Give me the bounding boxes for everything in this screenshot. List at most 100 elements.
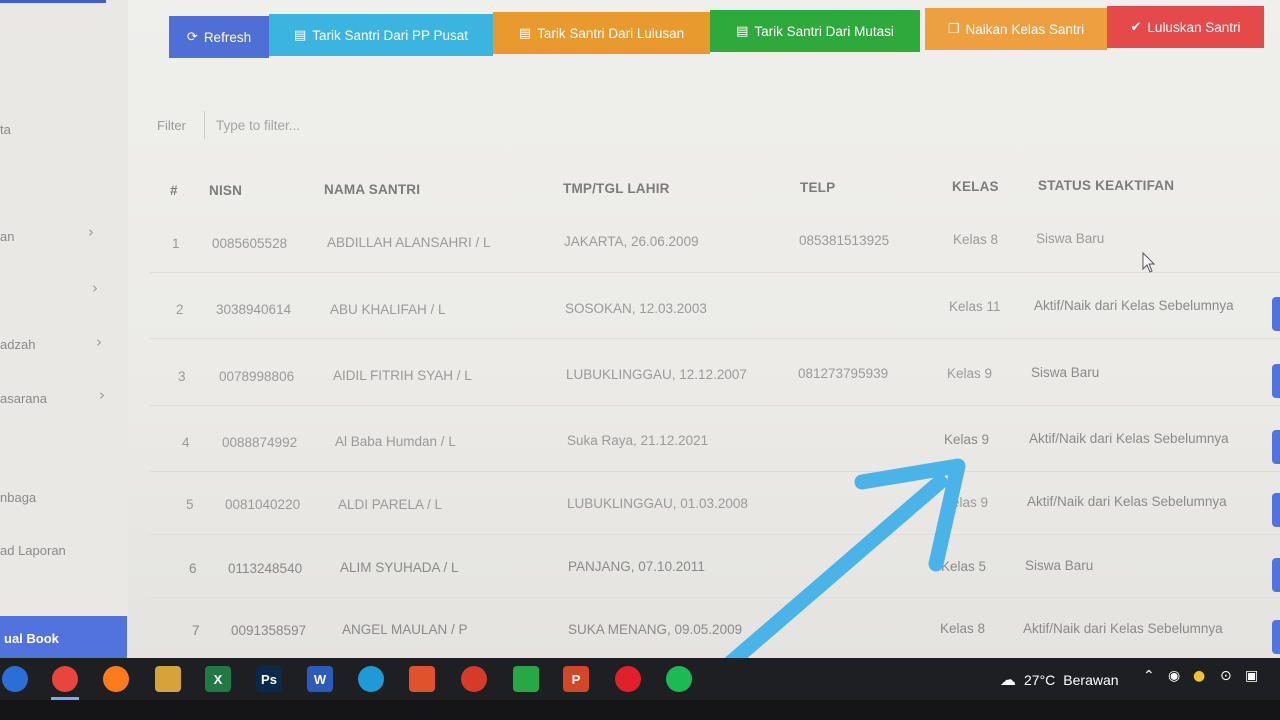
cell-kelas: Kelas 8	[940, 621, 986, 636]
sidebar: ta an › › adzah › asarana › nbaga ad Lap…	[0, 0, 128, 660]
cell-no: 3	[178, 369, 186, 384]
cell-nama: AIDIL FITRIH SYAH / L	[333, 368, 472, 383]
cell-kelas: Kelas 9	[944, 432, 990, 447]
chrome-icon[interactable]	[52, 666, 78, 692]
chevron-right-icon[interactable]: ›	[92, 279, 98, 297]
cell-nisn: 0078998806	[219, 369, 295, 384]
col-header-nama[interactable]: NAMA SANTRI	[324, 182, 420, 197]
circle-app-icon[interactable]	[2, 666, 28, 692]
manual-book-button[interactable]: ual Book	[0, 616, 127, 660]
cell-status: Siswa Baru	[1036, 231, 1105, 246]
cell-no: 1	[172, 236, 180, 251]
row-action-button[interactable]	[1272, 558, 1280, 592]
mouse-cursor-icon	[1142, 252, 1156, 273]
row-divider	[150, 405, 1280, 406]
spotify-icon[interactable]	[666, 666, 692, 692]
row-action-button[interactable]	[1272, 493, 1280, 527]
chevron-right-icon: ›	[99, 386, 105, 404]
weather-desc: Berawan	[1063, 671, 1119, 688]
cell-nama: Al Baba Humdan / L	[335, 434, 456, 449]
sidebar-item-5[interactable]: asarana	[0, 391, 47, 406]
cell-kelas: Kelas 9	[947, 366, 993, 381]
record-icon[interactable]: ◉	[1168, 668, 1180, 684]
tarik-pp-pusat-button[interactable]: ▤ Tarik Santri Dari PP Pusat	[269, 14, 493, 56]
file-icon: ▤	[736, 23, 749, 39]
col-header-no[interactable]: #	[170, 183, 178, 198]
refresh-button[interactable]: ⟳ Refresh	[169, 16, 269, 58]
col-header-status[interactable]: STATUS KEAKTIFAN	[1038, 178, 1174, 193]
green-app-icon[interactable]	[513, 666, 539, 692]
col-header-nisn[interactable]: NISN	[209, 183, 242, 198]
sidebar-item-4[interactable]: adzah	[0, 337, 35, 352]
cell-nama: ANGEL MAULAN / P	[342, 622, 468, 637]
cell-nisn: 0113248540	[228, 561, 303, 576]
excel-icon[interactable]: X	[205, 666, 231, 692]
row-action-button[interactable]	[1272, 297, 1280, 331]
row-divider	[150, 338, 1280, 339]
filter-label: Filter	[157, 118, 186, 133]
tarik-lulusan-button[interactable]: ▤ Tarik Santri Dari Lulusan	[493, 12, 710, 54]
cell-nisn: 0088874992	[222, 435, 298, 450]
windows-taskbar: X Ps W P ☁ 27°C Berawan ⌃ ◉ ● ⊙ ▣	[0, 658, 1280, 700]
sidebar-active-strip	[0, 0, 106, 3]
cell-no: 7	[192, 623, 200, 638]
cell-kelas: Kelas 11	[949, 299, 1001, 314]
chevron-right-icon: ›	[96, 333, 102, 351]
red-circle-app-icon[interactable]	[461, 666, 487, 692]
sidebar-item-2[interactable]: an	[0, 229, 14, 244]
browser-screen: ta an › › adzah › asarana › nbaga ad Lap…	[0, 0, 1280, 660]
sidebar-item-1[interactable]: ta	[0, 122, 11, 137]
cell-ttl: PANJANG, 07.10.2011	[568, 559, 705, 574]
cell-ttl: JAKARTA, 26.06.2009	[564, 234, 699, 249]
row-divider	[150, 534, 1280, 535]
weather-widget[interactable]: ☁ 27°C Berawan	[1000, 670, 1119, 689]
powerpoint-icon[interactable]: P	[563, 666, 589, 692]
cell-telp: 081273795939	[798, 366, 889, 381]
tarik-mutasi-button[interactable]: ▤ Tarik Santri Dari Mutasi	[710, 10, 920, 52]
row-action-button[interactable]	[1272, 620, 1280, 654]
cell-status: Siswa Baru	[1031, 365, 1100, 380]
cell-nama: ALIM SYUHADA / L	[340, 560, 459, 575]
col-header-kelas[interactable]: KELAS	[952, 179, 999, 194]
red-app-icon[interactable]	[409, 666, 435, 692]
chevron-up-icon[interactable]: ⌃	[1143, 668, 1155, 684]
cell-nisn: 0081040220	[225, 497, 301, 512]
cell-nama: ABDILLAH ALANSAHRI / L	[327, 235, 491, 250]
cell-nama: ALDI PARELA / L	[338, 497, 443, 512]
cell-ttl: SUKA MENANG, 09.05.2009	[568, 622, 743, 637]
cell-kelas: Kelas 9	[943, 495, 989, 510]
cell-nama: ABU KHALIFAH / L	[330, 302, 446, 317]
photoshop-icon[interactable]: Ps	[256, 666, 282, 692]
word-icon[interactable]: W	[307, 666, 333, 692]
cell-status: Aktif/Naik dari Kelas Sebelumnya	[1029, 431, 1229, 446]
filter-input[interactable]	[204, 111, 584, 139]
cell-status: Aktif/Naik dari Kelas Sebelumnya	[1027, 494, 1227, 509]
col-header-ttl[interactable]: TMP/TGL LAHIR	[563, 181, 670, 196]
check-icon: ✔	[1130, 19, 1142, 35]
row-action-button[interactable]	[1272, 364, 1280, 398]
cell-no: 6	[189, 561, 197, 576]
sidebar-item-6[interactable]: nbaga	[0, 490, 36, 505]
tool-icon[interactable]	[155, 666, 181, 692]
col-header-telp[interactable]: TELP	[800, 180, 835, 195]
tray-app-icon-2[interactable]: ▣	[1245, 668, 1258, 684]
monitor-bezel	[0, 700, 1280, 720]
cell-no: 5	[186, 497, 194, 512]
cell-no: 4	[182, 435, 190, 450]
firefox-icon[interactable]	[103, 666, 129, 692]
sidebar-item-7[interactable]: ad Laporan	[0, 543, 66, 558]
cell-nisn: 0091358597	[231, 623, 307, 638]
yellow-app-icon[interactable]: ●	[1193, 668, 1205, 684]
cell-kelas: Kelas 8	[953, 232, 999, 247]
naikan-kelas-button[interactable]: ❐ Naikan Kelas Santri	[925, 8, 1107, 50]
cloud-icon: ☁	[1000, 670, 1016, 689]
cell-ttl: LUBUKLINGGAU, 12.12.2007	[566, 367, 747, 382]
luluskan-santri-button[interactable]: ✔ Luluskan Santri	[1107, 6, 1264, 48]
opera-icon[interactable]	[615, 666, 641, 692]
tray-app-icon[interactable]: ⊙	[1220, 668, 1232, 684]
edge-icon[interactable]	[358, 666, 384, 692]
cell-nisn: 3038940614	[216, 302, 292, 317]
cell-ttl: Suka Raya, 21.12.2021	[567, 433, 709, 448]
row-divider	[150, 471, 1280, 472]
row-action-button[interactable]	[1272, 430, 1280, 464]
